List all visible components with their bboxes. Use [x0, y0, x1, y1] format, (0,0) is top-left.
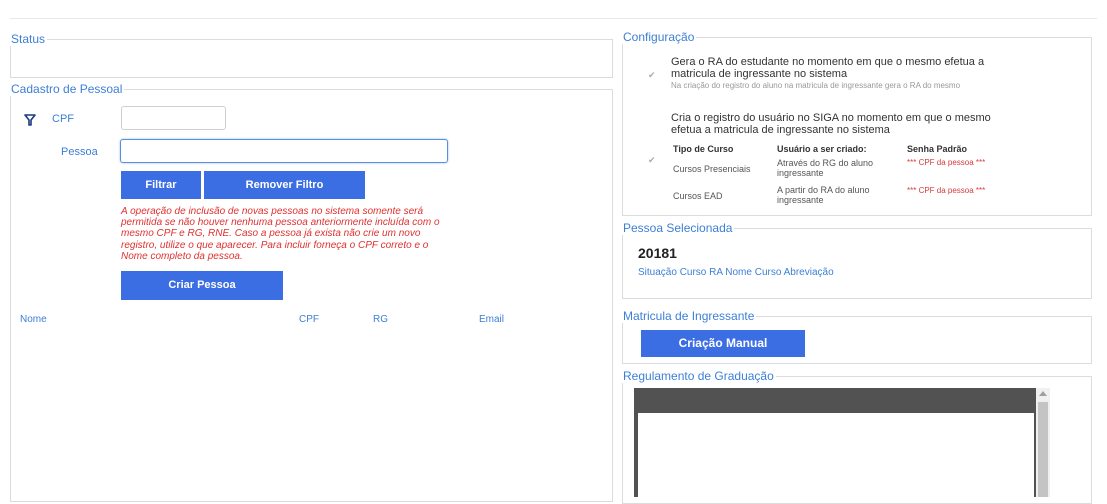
matricula-legend: Matricula de Ingressante: [623, 309, 755, 323]
option1-title: Gera o RA do estudante no momento em que…: [671, 56, 985, 80]
pdf-viewer[interactable]: [634, 388, 1050, 497]
col-email[interactable]: Email: [479, 314, 504, 325]
th-usuario: Usuário a ser criado:: [777, 144, 867, 154]
col-rg[interactable]: RG: [373, 314, 388, 325]
criar-pessoa-button[interactable]: Criar Pessoa: [121, 271, 283, 300]
cpf-input[interactable]: [121, 106, 226, 130]
regulamento-legend: Regulamento de Graduação: [623, 369, 774, 383]
configuracao-legend: Configuração: [623, 30, 695, 44]
row2-tipo: Cursos EAD: [673, 191, 723, 201]
row2-senha: *** CPF da pessoa ***: [907, 186, 986, 195]
remover-filtro-button[interactable]: Remover Filtro: [204, 171, 365, 199]
option1-check-icon[interactable]: ✔: [648, 70, 656, 81]
th-senha: Senha Padrão: [907, 144, 968, 154]
filtrar-button[interactable]: Filtrar: [121, 171, 201, 199]
col-cpf[interactable]: CPF: [299, 314, 319, 325]
pdf-scroll-up-icon[interactable]: [1039, 391, 1047, 396]
option2-title: Cria o registro do usuário no SIGA no mo…: [671, 112, 991, 136]
th-tipo-curso: Tipo de Curso: [673, 144, 734, 154]
pdf-page: [638, 413, 1034, 497]
row1-usuario: Através do RG do aluno ingressante: [777, 158, 874, 178]
selected-person-id: 20181: [638, 245, 677, 261]
filter-icon[interactable]: [24, 113, 36, 126]
pdf-scrollbar[interactable]: [1036, 388, 1050, 497]
top-divider: [10, 18, 1097, 19]
option2-check-icon[interactable]: ✔: [648, 155, 656, 166]
criacao-manual-button[interactable]: Criação Manual: [641, 330, 805, 357]
pessoa-selecionada-panel: Pessoa Selecionada: [622, 221, 1092, 299]
cpf-label: CPF: [52, 113, 74, 125]
inclusion-warning: A operação de inclusão de novas pessoas …: [121, 206, 440, 262]
status-panel: Status: [10, 32, 613, 78]
cadastro-legend: Cadastro de Pessoal: [11, 82, 123, 96]
row2-usuario: A partir do RA do aluno ingressante: [777, 185, 870, 205]
pessoa-selecionada-legend: Pessoa Selecionada: [623, 221, 733, 235]
row1-senha: *** CPF da pessoa ***: [907, 158, 986, 167]
pessoa-input[interactable]: [120, 139, 448, 163]
pessoa-label: Pessoa: [61, 146, 98, 158]
col-nome[interactable]: Nome: [20, 314, 47, 325]
pdf-scroll-thumb[interactable]: [1038, 402, 1048, 497]
row1-tipo: Cursos Presenciais: [673, 164, 751, 174]
status-legend: Status: [11, 32, 46, 46]
option1-subtitle: Na criação do registro do aluno na matri…: [671, 81, 961, 90]
selected-person-columns: Situação Curso RA Nome Curso Abreviação: [638, 267, 834, 278]
